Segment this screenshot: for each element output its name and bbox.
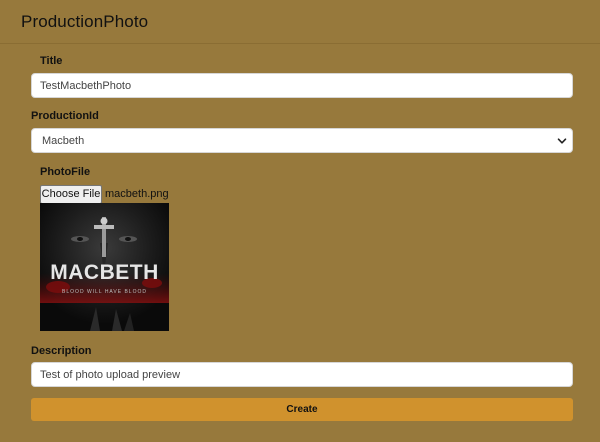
page-header: ProductionPhoto bbox=[0, 0, 600, 44]
production-select-value: Macbeth bbox=[42, 135, 85, 147]
production-label: ProductionId bbox=[31, 110, 99, 122]
create-button[interactable]: Create bbox=[31, 398, 573, 421]
title-label: Title bbox=[40, 55, 63, 67]
description-label: Description bbox=[31, 345, 92, 357]
selected-file-name: macbeth.png bbox=[105, 188, 169, 200]
chevron-down-icon bbox=[557, 138, 567, 144]
production-select[interactable]: Macbeth bbox=[31, 128, 573, 153]
choose-file-button[interactable]: Choose File bbox=[40, 185, 102, 204]
description-input[interactable] bbox=[31, 362, 573, 387]
photo-preview-image: MACBETH BLOOD WILL HAVE BLOOD bbox=[40, 203, 169, 331]
macbeth-poster-image: MACBETH BLOOD WILL HAVE BLOOD bbox=[40, 203, 169, 331]
poster-title: MACBETH bbox=[50, 261, 159, 284]
title-input[interactable] bbox=[31, 73, 573, 98]
photo-file-label: PhotoFile bbox=[40, 166, 91, 178]
poster-tagline: BLOOD WILL HAVE BLOOD bbox=[62, 289, 147, 295]
page-title: ProductionPhoto bbox=[21, 12, 149, 31]
